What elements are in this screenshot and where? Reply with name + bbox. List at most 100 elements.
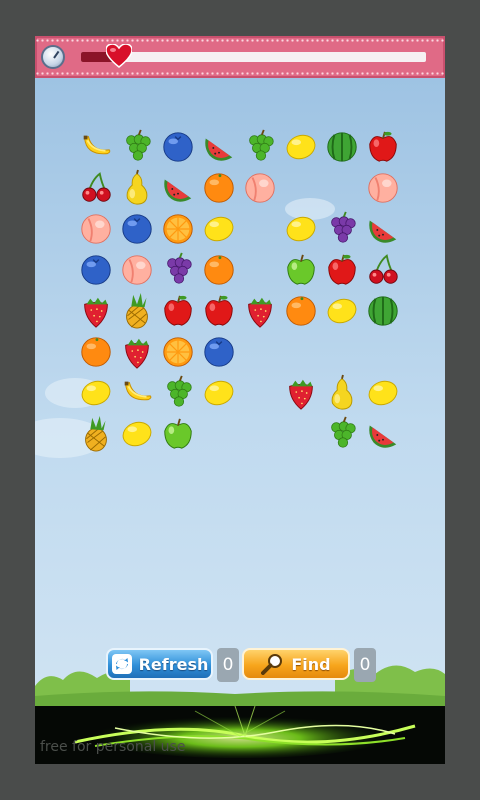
fruit-tile-cherry[interactable] (364, 251, 402, 289)
grapes-icon (126, 129, 151, 161)
fruit-tile-purple-grapes[interactable] (323, 210, 361, 248)
fruit-tile-lemon[interactable] (200, 374, 238, 412)
orange-icon (204, 255, 234, 285)
fruit-tile-peach[interactable] (77, 210, 115, 248)
blueberry-icon (122, 214, 152, 244)
fruit-tile-lemon[interactable] (323, 292, 361, 330)
ad-banner[interactable]: free for personal use (35, 706, 445, 764)
fruit-tile-orange[interactable] (77, 333, 115, 371)
fruit-tile-strawberry[interactable] (241, 292, 279, 330)
strawberry-icon (289, 379, 313, 410)
grapes-icon (249, 129, 274, 161)
grapes-icon (331, 416, 356, 448)
fruit-tile-lemon[interactable] (282, 210, 320, 248)
fruit-tile-watermelon[interactable] (200, 128, 238, 166)
banana-icon (83, 135, 111, 155)
fruit-tile-blueberry[interactable] (200, 333, 238, 371)
fruit-tile-grapes[interactable] (118, 128, 156, 166)
refresh-icon (111, 654, 132, 674)
fruit-tile-apple[interactable] (159, 292, 197, 330)
fruit-tile-orange[interactable] (282, 292, 320, 330)
fruit-tile-apple[interactable] (323, 251, 361, 289)
fruit-tile-lemon[interactable] (118, 415, 156, 453)
fruit-tile-watermelon[interactable] (364, 415, 402, 453)
lemon-icon (368, 380, 398, 406)
strawberry-icon (248, 297, 272, 328)
fruit-tile-orange-slice[interactable] (159, 333, 197, 371)
orange-slice-icon (163, 337, 193, 367)
peach-icon (368, 173, 398, 203)
pineapple-icon (85, 416, 107, 452)
fruit-tile-peach[interactable] (241, 169, 279, 207)
fruit-tile-green-apple[interactable] (159, 415, 197, 453)
fruit-tile-melon[interactable] (364, 292, 402, 330)
fruit-tile-orange[interactable] (200, 169, 238, 207)
fruit-tile-watermelon[interactable] (159, 169, 197, 207)
purple-grapes-icon (331, 211, 356, 243)
banana-icon (124, 381, 152, 401)
fruit-board (35, 36, 445, 716)
fruit-tile-strawberry[interactable] (118, 333, 156, 371)
watermelon-icon (369, 220, 397, 243)
watermelon-icon (369, 425, 397, 448)
fruit-tile-purple-grapes[interactable] (159, 251, 197, 289)
find-count: 0 (354, 648, 376, 682)
strawberry-icon (125, 338, 149, 369)
melon-icon (368, 296, 398, 326)
fruit-tile-lemon[interactable] (364, 374, 402, 412)
fruit-tile-grapes[interactable] (159, 374, 197, 412)
fruit-tile-pineapple[interactable] (118, 292, 156, 330)
strawberry-icon (84, 297, 108, 328)
refresh-count: 0 (217, 648, 239, 682)
fruit-tile-apple[interactable] (364, 128, 402, 166)
peach-icon (245, 173, 275, 203)
find-button[interactable]: Find (242, 648, 350, 680)
fruit-tile-lemon[interactable] (77, 374, 115, 412)
fruit-tile-green-apple[interactable] (282, 251, 320, 289)
grapes-icon (167, 375, 192, 407)
fruit-tile-pear[interactable] (323, 374, 361, 412)
orange-icon (81, 337, 111, 367)
blueberry-icon (81, 255, 111, 285)
fruit-tile-peach[interactable] (364, 169, 402, 207)
fruit-tile-strawberry[interactable] (77, 292, 115, 330)
fruit-tile-blueberry[interactable] (159, 128, 197, 166)
fruit-tile-cherry[interactable] (77, 169, 115, 207)
green-apple-icon (164, 418, 192, 449)
purple-grapes-icon (167, 252, 192, 284)
fruit-tile-grapes[interactable] (323, 415, 361, 453)
watermelon-icon (205, 138, 233, 161)
fruit-tile-pear[interactable] (118, 169, 156, 207)
fruit-tile-grapes[interactable] (241, 128, 279, 166)
fruit-tile-pineapple[interactable] (77, 415, 115, 453)
fruit-tile-banana[interactable] (77, 128, 115, 166)
green-apple-icon (287, 254, 315, 285)
pineapple-icon (126, 293, 148, 329)
fruit-tile-peach[interactable] (118, 251, 156, 289)
fruit-tile-melon[interactable] (323, 128, 361, 166)
lemon-icon (286, 134, 316, 160)
game-frame: Refresh 0 Find 0 free for personal use (35, 36, 445, 764)
blueberry-icon (204, 337, 234, 367)
orange-icon (204, 173, 234, 203)
fruit-tile-apple[interactable] (200, 292, 238, 330)
lemon-icon (204, 380, 234, 406)
fruit-tile-orange-slice[interactable] (159, 210, 197, 248)
lemon-icon (286, 216, 316, 242)
fruit-tile-lemon[interactable] (282, 128, 320, 166)
orange-slice-icon (163, 214, 193, 244)
lemon-icon (327, 298, 357, 324)
fruit-tile-orange[interactable] (200, 251, 238, 289)
fruit-tile-watermelon[interactable] (364, 210, 402, 248)
fruit-tile-banana[interactable] (118, 374, 156, 412)
fruit-tile-lemon[interactable] (200, 210, 238, 248)
refresh-button[interactable]: Refresh (106, 648, 213, 680)
green-swoosh-graphic (74, 706, 416, 758)
fruit-tile-blueberry[interactable] (118, 210, 156, 248)
orange-icon (286, 296, 316, 326)
apple-icon (369, 131, 397, 162)
watermelon-icon (164, 179, 192, 202)
fruit-tile-blueberry[interactable] (77, 251, 115, 289)
magnifier-icon (261, 654, 283, 675)
fruit-tile-strawberry[interactable] (282, 374, 320, 412)
